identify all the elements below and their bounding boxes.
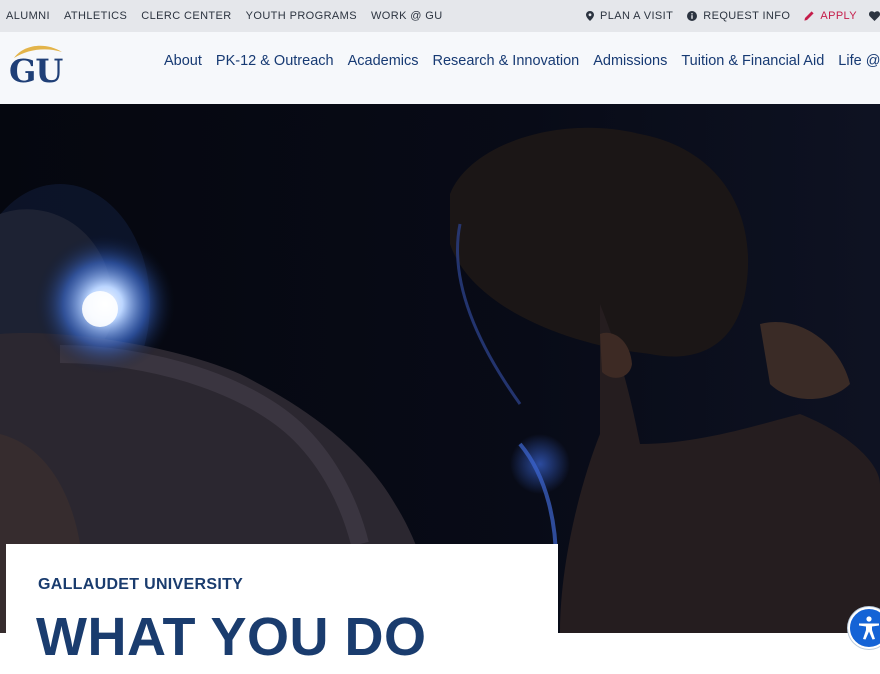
- pencil-icon: [804, 11, 814, 21]
- utility-links: ALUMNI ATHLETICS CLERC CENTER YOUTH PROG…: [6, 0, 457, 32]
- nav-about[interactable]: About: [164, 53, 202, 69]
- apply-link[interactable]: APPLY: [804, 10, 857, 22]
- nav-tuition-financial-aid[interactable]: Tuition & Financial Aid: [681, 53, 824, 69]
- accessibility-icon: [859, 616, 879, 640]
- nav-research-innovation[interactable]: Research & Innovation: [433, 53, 580, 69]
- logo-text: GU: [9, 52, 63, 90]
- utility-bar: ALUMNI ATHLETICS CLERC CENTER YOUTH PROG…: [0, 0, 880, 32]
- info-icon: [687, 11, 698, 21]
- utility-actions: PLAN A VISIT REQUEST INFO APPLY: [572, 0, 880, 32]
- nav-pk12-outreach[interactable]: PK-12 & Outreach: [216, 53, 334, 69]
- utility-link-clerc-center[interactable]: CLERC CENTER: [141, 10, 231, 22]
- request-info-link[interactable]: REQUEST INFO: [687, 10, 790, 22]
- utility-link-youth-programs[interactable]: YOUTH PROGRAMS: [246, 10, 357, 22]
- request-info-label: REQUEST INFO: [703, 10, 791, 22]
- map-pin-icon: [585, 11, 594, 21]
- plan-visit-link[interactable]: PLAN A VISIT: [585, 10, 674, 22]
- accessibility-button[interactable]: [848, 607, 880, 649]
- plan-visit-label: PLAN A VISIT: [599, 10, 674, 22]
- nav-admissions[interactable]: Admissions: [593, 53, 667, 69]
- hero-card: GALLAUDET UNIVERSITY WHAT YOU DO: [6, 544, 558, 674]
- gu-logo[interactable]: GU: [8, 40, 64, 92]
- utility-link-alumni[interactable]: ALUMNI: [6, 10, 50, 22]
- utility-link-athletics[interactable]: ATHLETICS: [64, 10, 127, 22]
- apply-label: APPLY: [820, 10, 857, 22]
- heart-icon[interactable]: [869, 11, 880, 21]
- main-navigation: GU About PK-12 & Outreach Academics Rese…: [0, 32, 880, 104]
- nav-academics[interactable]: Academics: [348, 53, 419, 69]
- hero-eyebrow: GALLAUDET UNIVERSITY: [38, 576, 244, 593]
- nav-life-at-gu[interactable]: Life @ GU: [838, 53, 880, 69]
- utility-link-work[interactable]: WORK @ GU: [371, 10, 443, 22]
- primary-nav-links: About PK-12 & Outreach Academics Researc…: [164, 32, 880, 90]
